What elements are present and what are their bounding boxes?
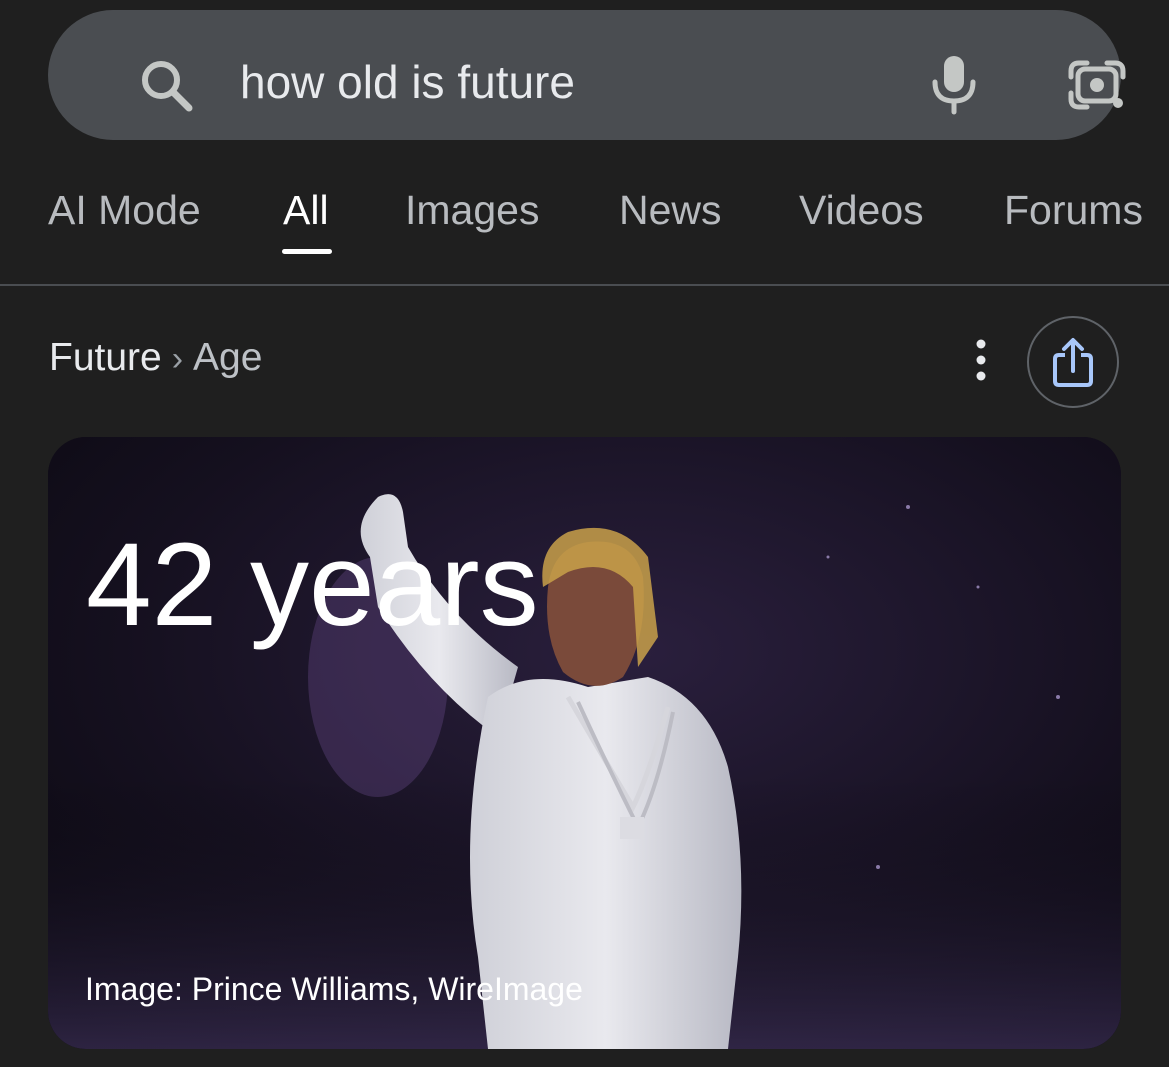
breadcrumb-leaf: Age (193, 336, 263, 379)
image-credit: Image: Prince Williams, WireImage (85, 971, 583, 1007)
more-vertical-icon[interactable] (962, 336, 1000, 384)
mic-icon[interactable] (928, 52, 980, 116)
tab-forums[interactable]: Forums (1004, 184, 1143, 236)
search-results-page: how old is future AI Mode All Images New… (0, 0, 1169, 1067)
share-icon (1053, 338, 1093, 387)
breadcrumb: Future › Age (49, 333, 262, 384)
search-tabs: AI Mode All Images News Videos Forums (0, 170, 1169, 286)
search-bar[interactable]: how old is future (48, 10, 1126, 140)
age-value: 42 years (86, 519, 539, 651)
breadcrumb-root[interactable]: Future (49, 336, 162, 379)
tab-news[interactable]: News (619, 184, 722, 236)
search-input[interactable]: how old is future (240, 52, 575, 112)
tabs-divider (0, 284, 1169, 286)
active-tab-indicator (282, 249, 332, 254)
tab-ai-mode[interactable]: AI Mode (48, 184, 201, 236)
tab-videos[interactable]: Videos (799, 184, 924, 236)
tab-images[interactable]: Images (405, 184, 539, 236)
share-button[interactable] (1027, 316, 1119, 408)
search-icon[interactable] (136, 55, 196, 115)
camera-lens-icon[interactable] (1066, 55, 1128, 115)
breadcrumb-separator: › (171, 340, 184, 378)
tab-all[interactable]: All (283, 184, 329, 236)
age-answer-card[interactable]: 42 years Image: Prince Williams, WireIma… (48, 437, 1121, 1049)
